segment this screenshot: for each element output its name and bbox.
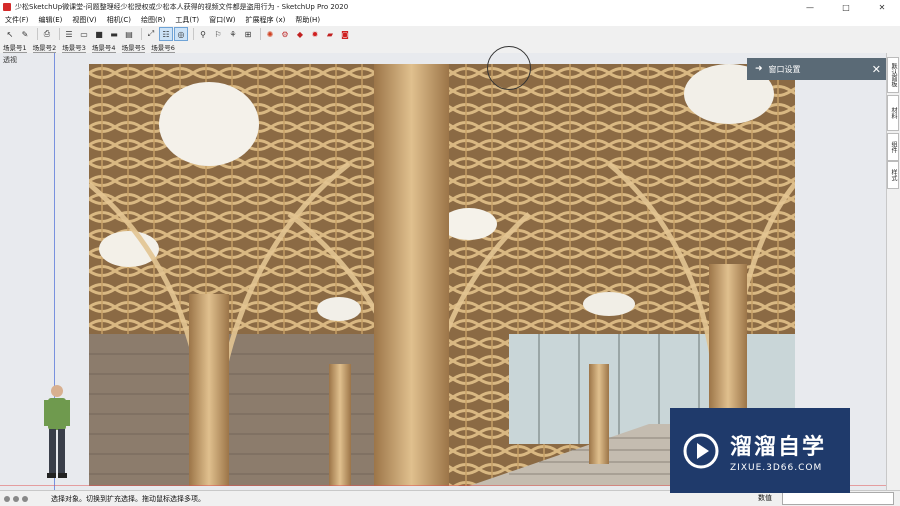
watermark-url: ZIXUE.3D66.COM [730,462,823,473]
maximize-button[interactable]: □ [828,0,864,14]
print-icon[interactable]: ⎙ [41,28,53,40]
minimize-button[interactable]: — [792,0,828,14]
section-icon[interactable]: ⚘ [227,28,239,40]
user-icon[interactable] [22,495,28,502]
menu-view[interactable]: 视图(V) [67,15,101,25]
right-dock: 默认面板 材料 组件 样式 [886,53,900,490]
dock-tab-components[interactable]: 组件 [887,133,899,161]
credits-icon[interactable] [13,495,19,502]
ruby-3-icon[interactable]: ▰ [324,28,336,40]
view-mode-label: 透视 [3,56,17,64]
menu-help[interactable]: 帮助(H) [290,15,325,25]
select-icon[interactable]: ↖ [4,28,16,40]
window-controls: — □ ✕ [792,0,900,14]
scene-tab-6[interactable]: 场景号6 [151,42,175,53]
status-message: 选择对象。切换到扩充选择。拖动鼠标选择多项。 [51,494,205,503]
view-4-icon[interactable]: ▬ [108,28,120,40]
menu-window[interactable]: 窗口(W) [204,15,240,25]
scene-tab-3[interactable]: 场景号3 [62,42,86,53]
measurements-label: 数值 [758,494,772,502]
orbit-active-icon[interactable]: ◎ [174,27,188,41]
menu-extensions[interactable]: 扩展程序 (x) [240,15,290,25]
menu-bar: 文件(F) 编辑(E) 视图(V) 相机(C) 绘图(R) 工具(T) 窗口(W… [0,14,900,26]
view-2-icon[interactable]: ▭ [78,28,90,40]
scene-tabs: 场景号1 场景号2 场景号3 场景号4 场景号5 场景号6 [0,42,900,53]
tray-panel-title: 窗口设置 [768,64,801,74]
ruby-1-icon[interactable]: ◆ [294,28,306,40]
dock-tab-materials[interactable]: 材料 [887,95,899,131]
menu-camera[interactable]: 相机(C) [102,15,136,25]
status-icons [4,495,31,502]
menu-edit[interactable]: 编辑(E) [34,15,68,25]
zoom-extents-icon[interactable]: ⤢ [145,28,157,40]
toolbar-divider [141,28,142,40]
eraser-icon[interactable]: ✎ [19,28,31,40]
dock-tab-styles[interactable]: 样式 [887,161,899,189]
close-button[interactable]: ✕ [864,0,900,14]
title-bar: 少松SketchUp微课堂-问题整理经少松授权或少松本人获得的视频文件都是盗用行… [0,0,900,14]
toolbar-divider [37,28,38,40]
view-3-icon[interactable]: ■ [93,28,105,40]
close-icon[interactable]: ✕ [872,63,881,76]
walk-icon[interactable]: ⚲ [197,28,209,40]
camera-active-icon[interactable]: ☷ [159,27,173,41]
scene-tab-1[interactable]: 场景号1 [3,42,27,53]
main-toolbar: ↖ ✎ ⎙ ☰ ▭ ■ ▬ ▤ ⤢ ☷ ◎ ⚲ ⚐ ⚘ ⊞ ✺ ⚙ ◆ ✹ ▰ … [0,26,900,42]
scene-tab-2[interactable]: 场景号2 [32,42,57,53]
look-icon[interactable]: ⚐ [212,28,224,40]
toolbar-divider [193,28,194,40]
scene-tab-5[interactable]: 场景号5 [121,42,146,53]
tray-panel-header[interactable]: ➜ 窗口设置 ✕ [747,58,887,80]
sketchup-app-icon [3,3,11,11]
ruby-2-icon[interactable]: ✹ [309,28,321,40]
dock-tab-default[interactable]: 默认面板 [887,57,899,93]
view-1-icon[interactable]: ☰ [63,28,75,40]
scale-figure [44,385,70,478]
expand-arrow-icon[interactable]: ➜ [755,64,763,74]
menu-file[interactable]: 文件(F) [0,15,34,25]
view-5-icon[interactable]: ▤ [123,28,135,40]
menu-tools[interactable]: 工具(T) [170,15,204,25]
toolbar-divider [59,28,60,40]
menu-draw[interactable]: 绘图(R) [136,15,170,25]
cursor-highlight [487,46,531,90]
geo-location-icon[interactable] [4,495,10,502]
ruby-4-icon[interactable]: ◙ [339,28,351,40]
component-icon[interactable]: ⊞ [242,28,254,40]
toolbar-divider [260,28,261,40]
measurements-input[interactable] [782,492,894,505]
gear-1-icon[interactable]: ✺ [264,28,276,40]
play-logo-icon [683,433,719,468]
gear-2-icon[interactable]: ⚙ [279,28,291,40]
watermark-name: 溜溜自学 [730,434,827,460]
watermark-logo: 溜溜自学 ZIXUE.3D66.COM [670,408,850,493]
scene-tab-4[interactable]: 场景号4 [91,42,116,53]
window-title: 少松SketchUp微课堂-问题整理经少松授权或少松本人获得的视频文件都是盗用行… [15,3,349,11]
